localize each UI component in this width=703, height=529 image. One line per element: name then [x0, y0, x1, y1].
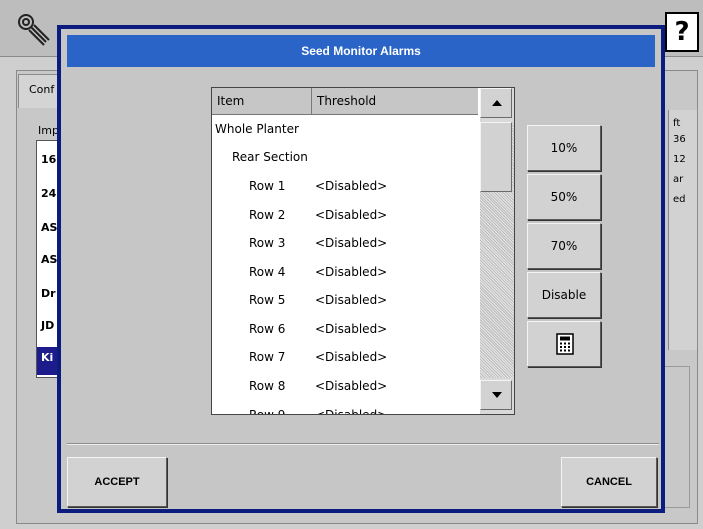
row-item: Row 7 [249, 350, 286, 364]
list-row-rear-section[interactable]: Rear Section [212, 143, 478, 171]
row-threshold: <Disabled> [315, 265, 388, 279]
table-row[interactable]: Row 6 <Disabled> [212, 315, 478, 343]
detail-value: ft [673, 118, 681, 129]
row-threshold: <Disabled> [315, 293, 388, 307]
table-row[interactable]: Row 5 <Disabled> [212, 286, 478, 314]
row-threshold: <Disabled> [315, 322, 388, 336]
disable-button[interactable]: Disable [527, 272, 601, 318]
row-item: Row 6 [249, 322, 286, 336]
help-button[interactable]: ? [665, 12, 699, 52]
column-header-threshold[interactable]: Threshold [312, 88, 478, 114]
seed-monitor-alarms-dialog: Seed Monitor Alarms Item Threshold Whole… [57, 25, 665, 513]
vertical-scrollbar[interactable] [480, 88, 514, 414]
table-row[interactable]: Row 7 <Disabled> [212, 343, 478, 371]
row-threshold: <Disabled> [315, 379, 388, 393]
list-item[interactable]: AS [41, 253, 57, 266]
list-row-whole-planter[interactable]: Whole Planter [212, 115, 478, 143]
dialog-title: Seed Monitor Alarms [67, 35, 655, 67]
detail-value: 12 [673, 154, 686, 165]
row-item: Row 3 [249, 236, 286, 250]
list-item[interactable]: JD [41, 319, 54, 332]
column-header-item[interactable]: Item [212, 88, 312, 114]
threshold-10-button[interactable]: 10% [527, 125, 601, 171]
scroll-thumb[interactable] [480, 122, 512, 192]
list-header: Item Threshold [212, 88, 478, 115]
detail-value: 36 [673, 134, 686, 145]
list-item[interactable]: Dr [41, 287, 56, 300]
table-row[interactable]: Row 1 <Disabled> [212, 172, 478, 200]
row-item: Row 9 [249, 401, 285, 414]
background-details: ft 36 12 ar ed [668, 110, 697, 350]
list-item[interactable]: 24 [41, 187, 56, 200]
row-item: Whole Planter [215, 122, 299, 136]
arrow-up-icon [492, 100, 502, 106]
row-item: Row 8 [249, 379, 286, 393]
scroll-down-button[interactable] [480, 380, 512, 410]
table-row[interactable]: Row 3 <Disabled> [212, 229, 478, 257]
row-threshold: <Disabled> [315, 401, 387, 414]
table-row[interactable]: Row 4 <Disabled> [212, 258, 478, 286]
list-item[interactable]: AS [41, 221, 57, 234]
footer-separator [67, 443, 659, 445]
calculator-icon [556, 333, 574, 355]
threshold-50-button[interactable]: 50% [527, 174, 601, 220]
row-threshold: <Disabled> [315, 350, 388, 364]
accept-button[interactable]: ACCEPT [67, 457, 167, 507]
row-threshold: <Disabled> [315, 236, 388, 250]
detail-value: ar [673, 174, 684, 185]
list-item[interactable]: 16 [41, 153, 56, 166]
table-row[interactable]: Row 9 <Disabled> [212, 401, 478, 414]
row-item: Row 2 [249, 208, 286, 222]
threshold-70-button[interactable]: 70% [527, 223, 601, 269]
table-row[interactable]: Row 8 <Disabled> [212, 372, 478, 400]
row-threshold: <Disabled> [315, 179, 388, 193]
arrow-down-icon [492, 392, 502, 398]
detail-value: ed [673, 194, 686, 205]
alarm-list[interactable]: Item Threshold Whole Planter Rear Sectio… [211, 87, 515, 415]
row-item: Row 5 [249, 293, 286, 307]
scroll-up-button[interactable] [480, 88, 512, 118]
row-item: Row 4 [249, 265, 286, 279]
row-item: Rear Section [232, 150, 308, 164]
cancel-button[interactable]: CANCEL [561, 457, 657, 507]
wrench-icon[interactable] [14, 10, 54, 50]
row-item: Row 1 [249, 179, 286, 193]
calculator-button[interactable] [527, 321, 601, 367]
list-body: Whole Planter Rear Section Row 1 <Disabl… [212, 115, 478, 414]
table-row[interactable]: Row 2 <Disabled> [212, 201, 478, 229]
row-threshold: <Disabled> [315, 208, 388, 222]
implement-label: Imp [38, 124, 59, 137]
